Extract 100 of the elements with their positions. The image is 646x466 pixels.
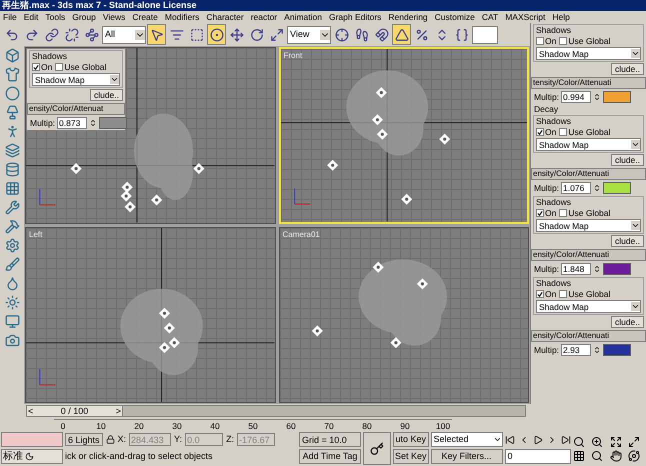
color-swatch[interactable] [603, 91, 632, 103]
camera-icon[interactable] [4, 333, 20, 348]
multiplier-field[interactable]: 0.873 [57, 117, 88, 129]
dropdown[interactable]: View [287, 26, 331, 44]
droplet-icon[interactable] [4, 276, 20, 291]
zoom-in-icon[interactable] [591, 436, 604, 448]
menu-item[interactable]: Tools [45, 12, 66, 22]
light-icon[interactable] [124, 201, 136, 212]
dropdown[interactable]: Shadow Map [536, 47, 641, 60]
zoom-region-icon[interactable] [591, 450, 604, 462]
color-swatch[interactable] [99, 117, 128, 129]
script-listener[interactable] [1, 432, 63, 447]
light-icon[interactable] [311, 324, 322, 336]
exclude-button[interactable]: clude.. [610, 63, 644, 75]
slider-thumb[interactable]: < 0 / 100 > [27, 406, 123, 416]
menu-item[interactable]: Character [206, 12, 244, 22]
slider-arrow[interactable]: > [114, 406, 122, 416]
light-icon[interactable] [438, 134, 450, 145]
maximize-icon[interactable] [628, 436, 640, 448]
menu-item[interactable]: Modifiers [164, 12, 200, 22]
menu-item[interactable]: CAT [482, 12, 498, 22]
key-button[interactable] [363, 432, 391, 465]
zoom-icon[interactable] [572, 436, 585, 448]
set-key-button[interactable]: Set Key [393, 449, 429, 464]
menu-item[interactable]: Graph Editors [328, 12, 382, 22]
toolbar-button[interactable] [147, 24, 166, 45]
shirt-icon[interactable] [4, 67, 20, 82]
light-icon[interactable] [120, 190, 132, 202]
checkbox[interactable] [32, 63, 40, 71]
exclude-button[interactable]: clude.. [610, 154, 644, 166]
lamp-icon[interactable] [4, 105, 20, 120]
rollout-header[interactable]: tensity/Color/Attenuati [531, 77, 646, 89]
light-icon[interactable] [376, 128, 388, 140]
settings-icon[interactable] [4, 238, 20, 253]
menu-item[interactable]: Help [552, 12, 570, 22]
ime-bar[interactable]: 标准 [1, 449, 63, 464]
auto-key-button[interactable]: uto Key [393, 432, 429, 447]
grid-icon[interactable] [572, 450, 585, 462]
input-field[interactable] [472, 26, 498, 44]
key-filters-button[interactable]: Key Filters... [430, 449, 503, 464]
toolbar-button[interactable] [207, 24, 226, 45]
rollout-header[interactable]: ensity/Color/Attenuati [531, 168, 646, 180]
checkbox[interactable] [536, 209, 544, 217]
go-to-end-icon[interactable] [560, 434, 571, 444]
key-mode-dropdown[interactable]: Selected [430, 432, 503, 447]
go-to-start-icon[interactable] [504, 434, 515, 444]
light-icon[interactable] [390, 336, 401, 348]
menu-item[interactable]: File [3, 12, 17, 22]
checkbox[interactable] [559, 128, 568, 136]
slider-arrow[interactable]: < [27, 406, 34, 416]
monitor-icon[interactable] [4, 314, 20, 329]
light-icon[interactable] [164, 322, 175, 334]
moon-icon[interactable] [25, 452, 34, 461]
light-icon[interactable] [372, 261, 384, 272]
menu-item[interactable]: reactor [250, 12, 278, 22]
exclude-button[interactable]: clude.. [610, 316, 644, 328]
light-icon[interactable] [375, 87, 386, 98]
light-icon[interactable] [70, 163, 82, 174]
menu-item[interactable]: Edit [24, 12, 38, 22]
sun-icon[interactable] [4, 295, 20, 310]
hammer-icon[interactable] [4, 219, 20, 234]
cylinder-icon[interactable] [4, 162, 20, 177]
layers-icon[interactable] [4, 143, 20, 158]
light-icon[interactable] [168, 336, 180, 348]
menu-item[interactable]: Views [102, 12, 126, 22]
dropdown[interactable]: Shadow Map [536, 138, 641, 151]
exclude-button[interactable]: clude.. [610, 235, 644, 247]
brush-icon[interactable] [4, 257, 20, 272]
menu-item[interactable]: MAXScript [505, 12, 546, 22]
menu-item[interactable]: Rendering [388, 12, 428, 22]
light-icon[interactable] [371, 114, 382, 126]
wrench-icon[interactable] [4, 200, 20, 215]
rollout-header[interactable]: ensity/Color/Attenuat [27, 103, 125, 115]
play-icon[interactable] [532, 434, 543, 444]
light-icon[interactable] [151, 194, 162, 206]
checkbox[interactable] [536, 290, 544, 298]
color-swatch[interactable] [603, 263, 632, 275]
frame-field[interactable]: 0 [504, 449, 571, 464]
multiplier-field[interactable]: 2.93 [561, 344, 592, 356]
exclude-button[interactable]: clude.. [90, 89, 123, 101]
color-swatch[interactable] [603, 344, 632, 356]
viewport[interactable]: Shadows On Use Global Shadow Map clude.. ensity/Color/Attenuat Multip: 0.873 [25, 47, 276, 224]
multiplier-field[interactable]: 1.076 [561, 182, 592, 194]
rollout-header[interactable]: ensity/Color/Attenuati [531, 249, 646, 261]
menu-item[interactable]: Customize [434, 12, 475, 22]
light-icon[interactable] [158, 342, 170, 353]
light-icon[interactable] [326, 160, 338, 171]
checkbox[interactable] [559, 290, 568, 298]
dropdown[interactable]: Shadow Map [32, 73, 120, 86]
dropdown[interactable]: Shadow Map [536, 219, 641, 232]
checkbox[interactable] [559, 37, 568, 45]
lock-icon[interactable] [106, 435, 115, 444]
add-time-tag-button[interactable]: Add Time Tag [299, 449, 361, 464]
box-icon[interactable] [4, 48, 20, 63]
dropdown[interactable]: Shadow Map [536, 300, 641, 313]
rollout-header[interactable]: ensity/Color/Attenuati [531, 330, 646, 342]
hand-icon[interactable] [610, 450, 622, 462]
light-icon[interactable] [158, 307, 170, 318]
toolbar-button[interactable] [392, 24, 411, 45]
checkbox[interactable] [55, 63, 64, 71]
